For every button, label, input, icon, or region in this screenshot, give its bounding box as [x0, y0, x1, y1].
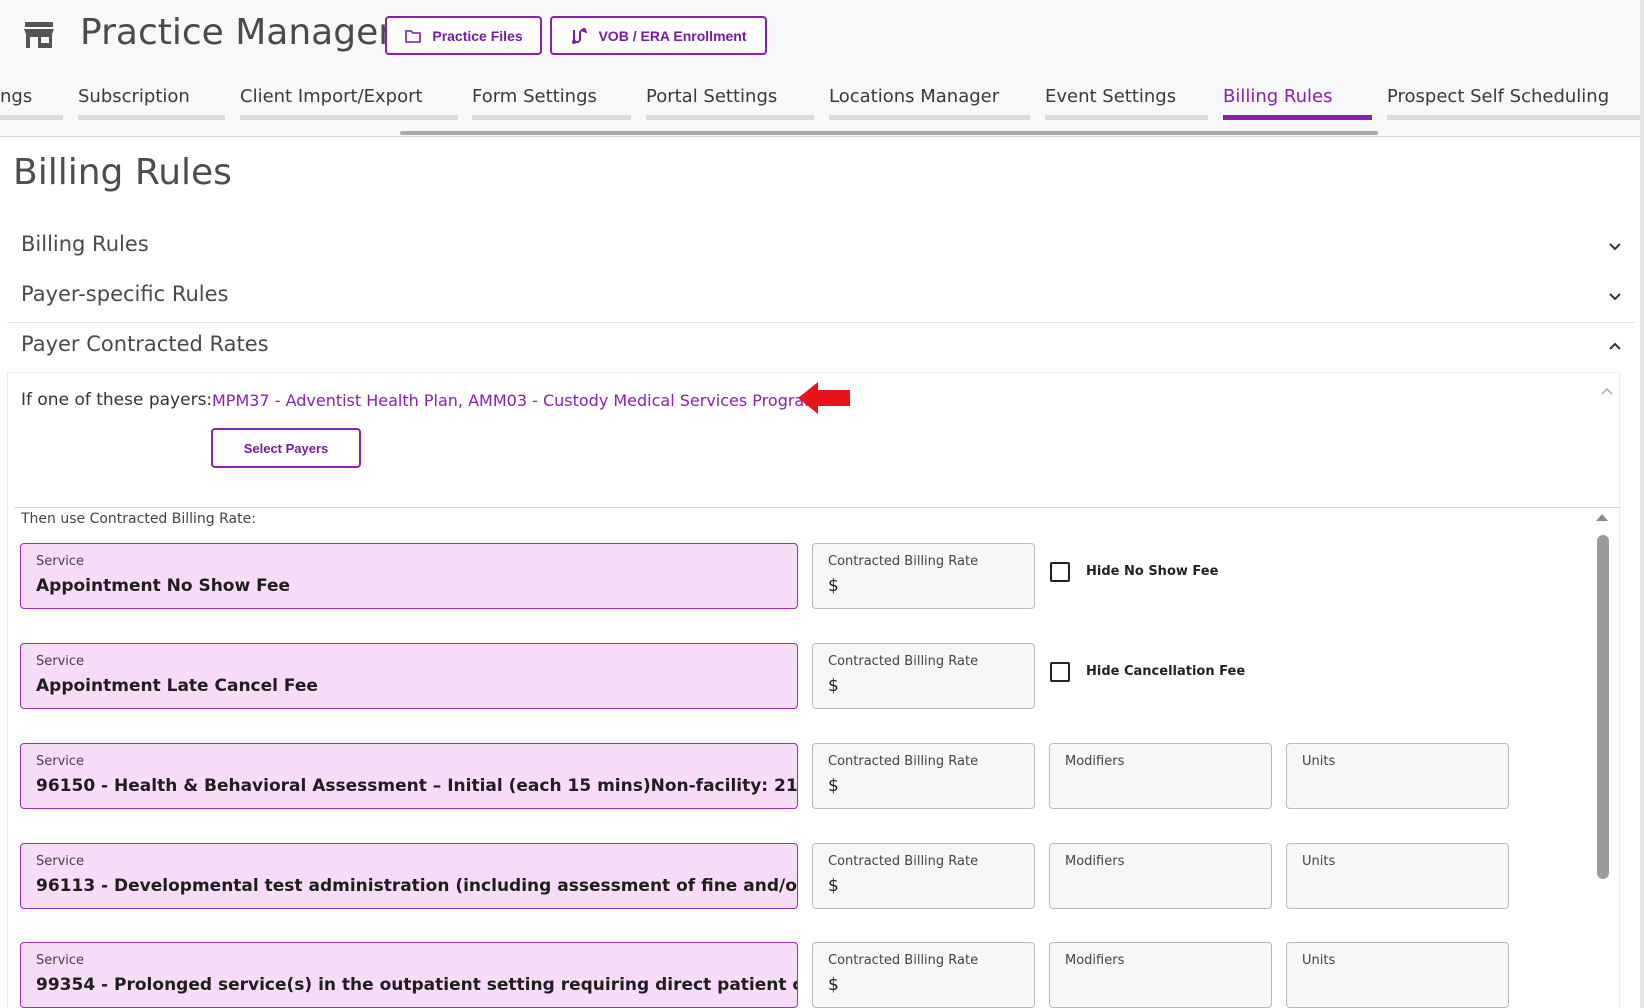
service-value: Appointment No Show Fee [36, 576, 291, 596]
contracted-rate-input[interactable]: Contracted Billing Rate $ [812, 942, 1035, 1008]
service-label: Service [36, 654, 85, 669]
contracted-rate-input[interactable]: Contracted Billing Rate $ [812, 643, 1035, 709]
units-input[interactable]: Units [1286, 743, 1509, 809]
page-scrollbar[interactable] [1640, 0, 1644, 1008]
select-payers-button[interactable]: Select Payers [211, 428, 361, 468]
tab-locations-manager[interactable]: Locations Manager [829, 86, 1030, 120]
units-label: Units [1302, 854, 1336, 869]
rate-label: Contracted Billing Rate [828, 654, 979, 669]
service-field[interactable]: Service Appointment Late Cancel Fee [20, 643, 798, 709]
tab-form-settings[interactable]: Form Settings [472, 86, 631, 120]
tab-prospect-self-scheduling[interactable]: Prospect Self Scheduling [1387, 86, 1640, 120]
accordion-billing-rules[interactable]: Billing Rules [7, 222, 1635, 270]
tab-billing-rules[interactable]: Billing Rules [1223, 86, 1372, 120]
chevron-up-icon [1609, 342, 1621, 350]
service-value: 99354 - Prolonged service(s) in the outp… [36, 975, 797, 995]
modifiers-label: Modifiers [1065, 754, 1125, 769]
accordion-billing-rules-label: Billing Rules [21, 232, 149, 256]
vob-era-enrollment-label: VOB / ERA Enrollment [598, 27, 747, 44]
page-title: Billing Rules [13, 152, 232, 193]
tab-client-import-export[interactable]: Client Import/Export [240, 86, 458, 120]
currency-prefix: $ [828, 576, 839, 596]
tabs-scroll-track[interactable] [400, 131, 1378, 135]
service-label: Service [36, 554, 85, 569]
tab-portal-settings[interactable]: Portal Settings [646, 86, 814, 120]
service-field[interactable]: Service 99354 - Prolonged service(s) in … [20, 942, 798, 1008]
hide-cancellation-fee-checkbox[interactable] [1050, 662, 1070, 682]
service-label: Service [36, 754, 85, 769]
app-title: Practice Manager [80, 12, 394, 53]
rate-label: Contracted Billing Rate [828, 754, 979, 769]
service-value: 96113 - Developmental test administratio… [36, 876, 797, 896]
service-field[interactable]: Service Appointment No Show Fee [20, 543, 798, 609]
modifiers-input[interactable]: Modifiers [1049, 843, 1272, 909]
currency-prefix: $ [828, 876, 839, 896]
practice-files-label: Practice Files [432, 27, 523, 44]
chevron-down-icon [1609, 243, 1621, 251]
contracted-rate-intro: Then use Contracted Billing Rate: [21, 511, 256, 527]
selected-payers-link[interactable]: MPM37 - Adventist Health Plan, AMM03 - C… [212, 391, 820, 410]
service-label: Service [36, 953, 85, 968]
accordion-payer-contracted-label: Payer Contracted Rates [21, 332, 269, 356]
hide-cancellation-fee-label: Hide Cancellation Fee [1086, 664, 1246, 679]
service-field[interactable]: Service 96150 - Health & Behavioral Asse… [20, 743, 798, 809]
chevron-down-icon [1609, 293, 1621, 301]
service-value: 96150 - Health & Behavioral Assessment –… [36, 776, 798, 796]
units-label: Units [1302, 754, 1336, 769]
hide-no-show-fee-checkbox[interactable] [1050, 562, 1070, 582]
currency-prefix: $ [828, 776, 839, 796]
units-label: Units [1302, 953, 1336, 968]
panel-separator [14, 507, 1620, 508]
contracted-rate-input[interactable]: Contracted Billing Rate $ [812, 543, 1035, 609]
modifiers-input[interactable]: Modifiers [1049, 743, 1272, 809]
accordion-payer-specific-rules[interactable]: Payer-specific Rules [7, 272, 1635, 320]
rate-label: Contracted Billing Rate [828, 953, 979, 968]
service-label: Service [36, 854, 85, 869]
currency-prefix: $ [828, 676, 839, 696]
rate-label: Contracted Billing Rate [828, 854, 979, 869]
modifiers-label: Modifiers [1065, 953, 1125, 968]
scrollbar-thumb[interactable] [1597, 535, 1609, 879]
store-icon [24, 22, 54, 48]
units-input[interactable]: Units [1286, 843, 1509, 909]
service-field[interactable]: Service 96113 - Developmental test admin… [20, 843, 798, 909]
service-value: Appointment Late Cancel Fee [36, 676, 318, 696]
tab-subscription[interactable]: Subscription [78, 86, 225, 120]
scroll-up-arrow-icon[interactable] [1595, 512, 1609, 522]
hide-no-show-fee-label: Hide No Show Fee [1086, 564, 1219, 579]
tab-event-settings[interactable]: Event Settings [1045, 86, 1208, 120]
payers-label: If one of these payers: [21, 390, 213, 410]
contracted-rate-input[interactable]: Contracted Billing Rate $ [812, 843, 1035, 909]
modifiers-input[interactable]: Modifiers [1049, 942, 1272, 1008]
units-input[interactable]: Units [1286, 942, 1509, 1008]
modifiers-label: Modifiers [1065, 854, 1125, 869]
accordion-payer-contracted-rates[interactable]: Payer Contracted Rates [7, 322, 1635, 370]
vob-era-enrollment-button[interactable]: VOB / ERA Enrollment [550, 16, 767, 55]
red-arrow-icon [798, 382, 850, 414]
chevron-up-icon[interactable] [1600, 384, 1614, 398]
currency-prefix: $ [828, 975, 839, 995]
route-icon [572, 27, 588, 44]
app-header: Practice Manager Practice Files VOB / ER… [0, 0, 1644, 137]
contracted-rate-input[interactable]: Contracted Billing Rate $ [812, 743, 1035, 809]
accordion-payer-specific-label: Payer-specific Rules [21, 282, 229, 306]
practice-files-button[interactable]: Practice Files [385, 16, 542, 55]
tab-settings-partial[interactable]: ngs [0, 86, 63, 120]
folder-icon [405, 29, 422, 43]
settings-tabs: ngs Subscription Client Import/Export Fo… [0, 86, 1644, 122]
rate-label: Contracted Billing Rate [828, 554, 979, 569]
